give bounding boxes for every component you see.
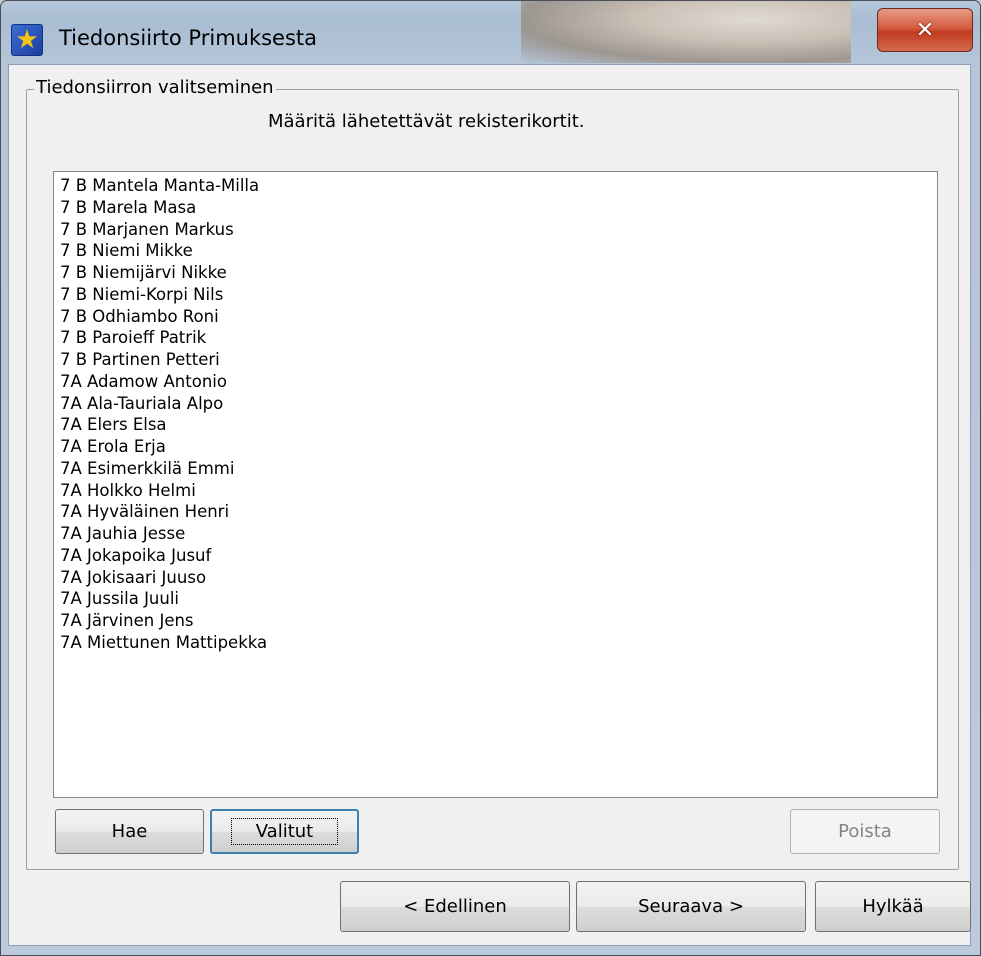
- list-item[interactable]: 7A Hyväläinen Henri: [60, 501, 267, 523]
- window-title: Tiedonsiirto Primuksesta: [59, 26, 318, 50]
- list-item[interactable]: 7 B Niemijärvi Nikke: [60, 262, 267, 284]
- list-item[interactable]: 7A Miettunen Mattipekka: [60, 632, 267, 654]
- list-item[interactable]: 7A Jauhia Jesse: [60, 523, 267, 545]
- valitut-button-label: Valitut: [230, 818, 339, 845]
- valitut-button[interactable]: Valitut: [210, 809, 359, 854]
- hylkaa-button[interactable]: Hylkää: [815, 881, 971, 932]
- list-item[interactable]: 7A Esimerkkilä Emmi: [60, 458, 267, 480]
- titlebar-background-image: [521, 1, 851, 63]
- close-button[interactable]: ✕: [877, 8, 973, 52]
- seuraava-button-label: Seuraava >: [638, 896, 744, 917]
- list-item[interactable]: 7 B Odhiambo Roni: [60, 306, 267, 328]
- list-item[interactable]: 7A Adamow Antonio: [60, 371, 267, 393]
- list-item[interactable]: 7A Holkko Helmi: [60, 480, 267, 502]
- seuraava-button[interactable]: Seuraava >: [576, 881, 806, 932]
- instruction-text: Määritä lähetettävät rekisterikortit.: [268, 111, 585, 132]
- list-item[interactable]: 7A Jokisaari Juuso: [60, 567, 267, 589]
- edellinen-button-label: < Edellinen: [403, 896, 507, 917]
- hae-button[interactable]: Hae: [55, 809, 204, 854]
- list-item[interactable]: 7A Erola Erja: [60, 436, 267, 458]
- list-item[interactable]: 7 B Mantela Manta-Milla: [60, 175, 267, 197]
- list-item[interactable]: 7 B Niemi-Korpi Nils: [60, 284, 267, 306]
- list-item[interactable]: 7A Jussila Juuli: [60, 588, 267, 610]
- poista-button[interactable]: Poista: [790, 809, 940, 854]
- list-item[interactable]: 7 B Marela Masa: [60, 197, 267, 219]
- edellinen-button[interactable]: < Edellinen: [340, 881, 570, 932]
- list-item[interactable]: 7 B Paroieff Patrik: [60, 327, 267, 349]
- groupbox-legend: Tiedonsiirron valitseminen: [34, 77, 276, 98]
- star-icon: ★: [11, 24, 43, 56]
- list-items: 7 B Mantela Manta-Milla 7 B Marela Masa 7 …: [60, 175, 267, 654]
- list-item[interactable]: 7 B Niemi Mikke: [60, 240, 267, 262]
- hylkaa-button-label: Hylkää: [862, 896, 924, 917]
- hae-button-label: Hae: [111, 821, 148, 842]
- list-item[interactable]: 7 B Partinen Petteri: [60, 349, 267, 371]
- list-item[interactable]: 7A Ala-Tauriala Alpo: [60, 393, 267, 415]
- list-item[interactable]: 7A Elers Elsa: [60, 414, 267, 436]
- list-item[interactable]: 7A Järvinen Jens: [60, 610, 267, 632]
- poista-button-label: Poista: [838, 821, 892, 842]
- list-item[interactable]: 7 B Marjanen Markus: [60, 219, 267, 241]
- close-icon: ✕: [915, 17, 935, 43]
- student-listbox[interactable]: 7 B Mantela Manta-Milla 7 B Marela Masa 7 …: [53, 171, 938, 798]
- list-item[interactable]: 7A Jokapoika Jusuf: [60, 545, 267, 567]
